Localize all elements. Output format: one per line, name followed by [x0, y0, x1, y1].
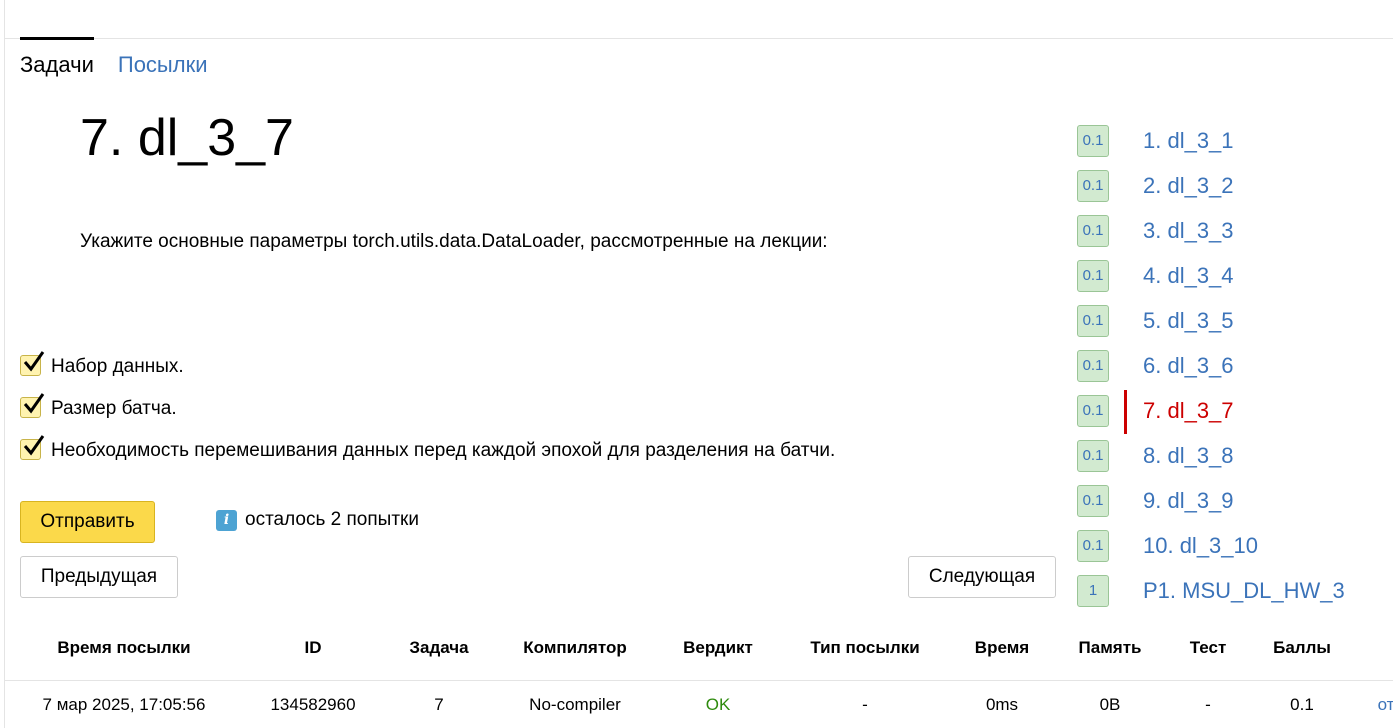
score-badge: 0.1	[1077, 169, 1109, 202]
score-badge: 0.1	[1077, 259, 1109, 292]
score-badge: 0.1	[1077, 484, 1109, 517]
table-row[interactable]: 7 мар 2025, 17:05:56 134582960 7 No-comp…	[4, 626, 1393, 714]
problem-link[interactable]: 3. dl_3_3	[1143, 218, 1234, 244]
score-badge: 1	[1077, 574, 1109, 607]
problem-link[interactable]: 5. dl_3_5	[1143, 308, 1234, 334]
option-label: Размер батча.	[51, 398, 177, 419]
tab-submissions[interactable]: Посылки	[118, 38, 208, 84]
score-badge: 0.1	[1077, 394, 1109, 427]
problem-title: 7. dl_3_7	[80, 109, 294, 167]
problem-statement: Укажите основные параметры torch.utils.d…	[80, 231, 828, 252]
cell-points: 0.1	[1290, 695, 1314, 714]
cell-type: -	[862, 695, 868, 714]
cell-memory: 0B	[1099, 695, 1121, 714]
problem-link[interactable]: 1. dl_3_1	[1143, 128, 1234, 154]
problem-list-item[interactable]: 0.1 10. dl_3_10	[1077, 523, 1258, 568]
problem-list-item[interactable]: 0.1 6. dl_3_6	[1077, 343, 1234, 388]
cell-run-time: 0ms	[985, 695, 1019, 714]
submit-button[interactable]: Отправить	[20, 501, 155, 543]
score-badge: 0.1	[1077, 304, 1109, 337]
option-item[interactable]: Размер батча.	[20, 388, 835, 430]
option-label: Необходимость перемешивания данных перед…	[51, 440, 836, 461]
score-badge: 0.1	[1077, 439, 1109, 472]
problem-list-item[interactable]: 0.1 2. dl_3_2	[1077, 163, 1234, 208]
previous-button[interactable]: Предыдущая	[20, 556, 178, 598]
cell-task: 7	[434, 695, 444, 714]
cell-extra-link[interactable]: от	[1378, 695, 1393, 715]
problem-list-item[interactable]: 0.1 5. dl_3_5	[1077, 298, 1234, 343]
cell-verdict: OK	[705, 695, 731, 714]
cell-compiler: No-compiler	[529, 695, 621, 714]
checkbox-checked-icon[interactable]	[20, 392, 45, 418]
score-badge: 0.1	[1077, 214, 1109, 247]
left-border	[4, 0, 5, 728]
problem-link[interactable]: 10. dl_3_10	[1143, 533, 1258, 559]
problem-link[interactable]: 2. dl_3_2	[1143, 173, 1234, 199]
problem-list-item[interactable]: 0.1 8. dl_3_8	[1077, 433, 1234, 478]
problem-link[interactable]: P1. MSU_DL_HW_3	[1143, 578, 1345, 604]
problem-link[interactable]: 9. dl_3_9	[1143, 488, 1234, 514]
problem-list: 0.1 1. dl_3_1 0.1 2. dl_3_2 0.1 3. dl_3_…	[1077, 118, 1345, 613]
attempts-info: i осталось 2 попытки	[216, 509, 419, 531]
table-divider	[4, 680, 1393, 681]
cell-time: 7 мар 2025, 17:05:56	[42, 695, 206, 714]
option-item[interactable]: Набор данных.	[20, 346, 835, 388]
tabs: Задачи Посылки	[20, 37, 232, 84]
problem-list-item[interactable]: 0.1 9. dl_3_9	[1077, 478, 1234, 523]
problem-list-item[interactable]: 0.1 3. dl_3_3	[1077, 208, 1234, 253]
cell-id: 134582960	[270, 695, 356, 714]
cell-test: -	[1205, 695, 1211, 714]
problem-list-item-current[interactable]: 0.1 7. dl_3_7	[1077, 388, 1234, 434]
problem-link[interactable]: 4. dl_3_4	[1143, 263, 1234, 289]
attempts-text: осталось 2 попытки	[245, 509, 419, 530]
score-badge: 0.1	[1077, 349, 1109, 382]
problem-list-item[interactable]: 0.1 4. dl_3_4	[1077, 253, 1234, 298]
problem-list-item[interactable]: 1 P1. MSU_DL_HW_3	[1077, 568, 1345, 613]
score-badge: 0.1	[1077, 124, 1109, 157]
submissions-table: Время посылки ID Задача Компилятор Верди…	[4, 626, 1393, 714]
problem-link[interactable]: 7. dl_3_7	[1143, 398, 1234, 424]
problem-link[interactable]: 6. dl_3_6	[1143, 353, 1234, 379]
answer-options: Набор данных. Размер батча. Необходимост…	[20, 346, 835, 472]
score-badge: 0.1	[1077, 529, 1109, 562]
checkbox-checked-icon[interactable]	[20, 434, 45, 460]
option-item[interactable]: Необходимость перемешивания данных перед…	[20, 430, 835, 472]
problem-link[interactable]: 8. dl_3_8	[1143, 443, 1234, 469]
info-icon: i	[216, 509, 237, 531]
next-button[interactable]: Следующая	[908, 556, 1056, 598]
checkbox-checked-icon[interactable]	[20, 350, 45, 376]
problem-list-item[interactable]: 0.1 1. dl_3_1	[1077, 118, 1234, 163]
option-label: Набор данных.	[51, 356, 184, 377]
tab-problems[interactable]: Задачи	[20, 37, 94, 84]
